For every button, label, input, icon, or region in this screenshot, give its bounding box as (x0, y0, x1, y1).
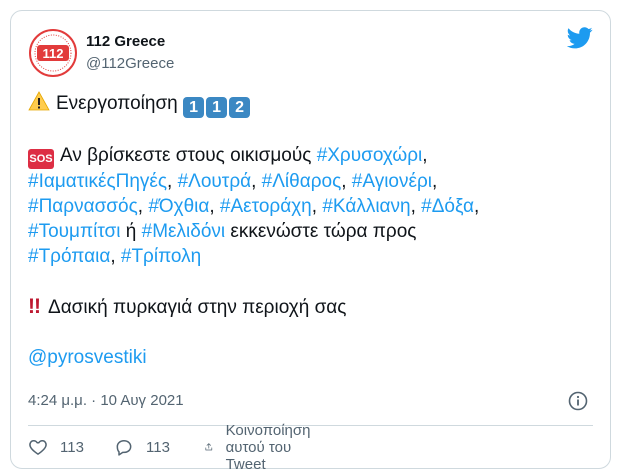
svg-text:112: 112 (43, 46, 64, 61)
hashtag-link[interactable]: #Αγιονέρι (352, 171, 432, 192)
keycap-1-icon: 1 (206, 97, 228, 118)
author-name[interactable]: 112 Greece (86, 33, 165, 50)
intro-text: Αν βρίσκεστε στους οικισμούς (60, 145, 312, 166)
hashtag-link[interactable]: #Όχθια (148, 196, 209, 217)
info-icon[interactable] (568, 391, 588, 411)
hashtag-link[interactable]: #Τρόπαια (28, 246, 110, 267)
mention-link[interactable]: @pyrosvestiki (28, 347, 147, 368)
evacuation-line-2: #ΙαματικέςΠηγές, #Λουτρά, #Λίθαρος, #Αγι… (28, 171, 438, 192)
like-button[interactable]: 113 (28, 435, 84, 459)
warning-icon (28, 91, 50, 111)
112-logo-icon: 112 (28, 28, 78, 78)
hashtag-link[interactable]: #ΙαματικέςΠηγές (28, 171, 167, 192)
evacuation-line-3: #Παρνασσός, #Όχθια, #Αετοράχη, #Κάλλιανη… (28, 196, 480, 217)
heart-icon (29, 440, 47, 455)
like-count: 113 (60, 438, 84, 456)
evacuation-line-4: #Τουμπίτσι ή #Μελιδόνι εκκενώστε τώρα πρ… (28, 219, 598, 244)
reply-bubble-icon (116, 440, 132, 456)
hashtag-link[interactable]: #Αετοράχη (220, 196, 312, 217)
keycap-2-icon: 2 (229, 97, 251, 118)
fire-warning-line: !! Δασική πυρκαγιά στην περιοχή σας (28, 294, 598, 320)
meta-separator: · (86, 392, 101, 409)
fire-warning-text: Δασική πυρκαγιά στην περιοχή σας (48, 297, 347, 318)
tweet-text: Ενεργοποίηση 112 SOS Αν βρίσκεστε στους ο… (28, 91, 598, 370)
double-exclamation-icon: !! (28, 295, 41, 318)
twitter-bird-icon[interactable] (567, 27, 593, 49)
hashtag-link[interactable]: #Χρυσοχώρι (317, 145, 423, 166)
hashtag-link[interactable]: #Δόξα (421, 196, 474, 217)
avatar[interactable]: 112 (28, 28, 78, 78)
hashtag-link[interactable]: #Κάλλιανη (322, 196, 410, 217)
hashtag-link[interactable]: #Λουτρά (178, 171, 252, 192)
share-button[interactable]: Κοινοποίηση αυτού του Tweet (204, 422, 321, 473)
sos-icon: SOS (28, 149, 54, 169)
tweet-time[interactable]: 4:24 μ.μ. (28, 392, 87, 409)
activation-text: Ενεργοποίηση (56, 93, 178, 114)
or-word: ή (125, 221, 137, 242)
hashtag-link[interactable]: #Παρνασσός (28, 196, 138, 217)
share-icon (205, 443, 213, 451)
tweet-timestamp[interactable]: 4:24 μ.μ. · 10 Αυγ 2021 (28, 392, 184, 409)
reply-button[interactable]: 113 (114, 435, 170, 459)
evacuation-line-5: #Τρόπαια, #Τρίπολη (28, 246, 202, 267)
activation-line: Ενεργοποίηση 112 (28, 91, 598, 118)
evacuation-line-1: SOS Αν βρίσκεστε στους οικισμούς #Χρυσοχώ… (28, 143, 598, 169)
evacuate-text: εκκενώστε τώρα προς (230, 221, 417, 242)
hashtag-link[interactable]: #Τρίπολη (121, 246, 201, 267)
reply-count: 113 (146, 438, 170, 456)
hashtag-link[interactable]: #Τουμπίτσι (28, 221, 121, 242)
author-handle[interactable]: @112Greece (86, 55, 174, 72)
keycap-1-icon: 1 (183, 97, 205, 118)
hashtag-link[interactable]: #Μελιδόνι (142, 221, 225, 242)
tweet-date[interactable]: 10 Αυγ 2021 (100, 392, 183, 409)
hashtag-link[interactable]: #Λίθαρος (262, 171, 342, 192)
tweet-card[interactable]: 112 112 Greece @112Greece Ενεργοποίηση 1… (10, 10, 611, 473)
share-label: Κοινοποίηση αυτού του Tweet (225, 421, 311, 473)
